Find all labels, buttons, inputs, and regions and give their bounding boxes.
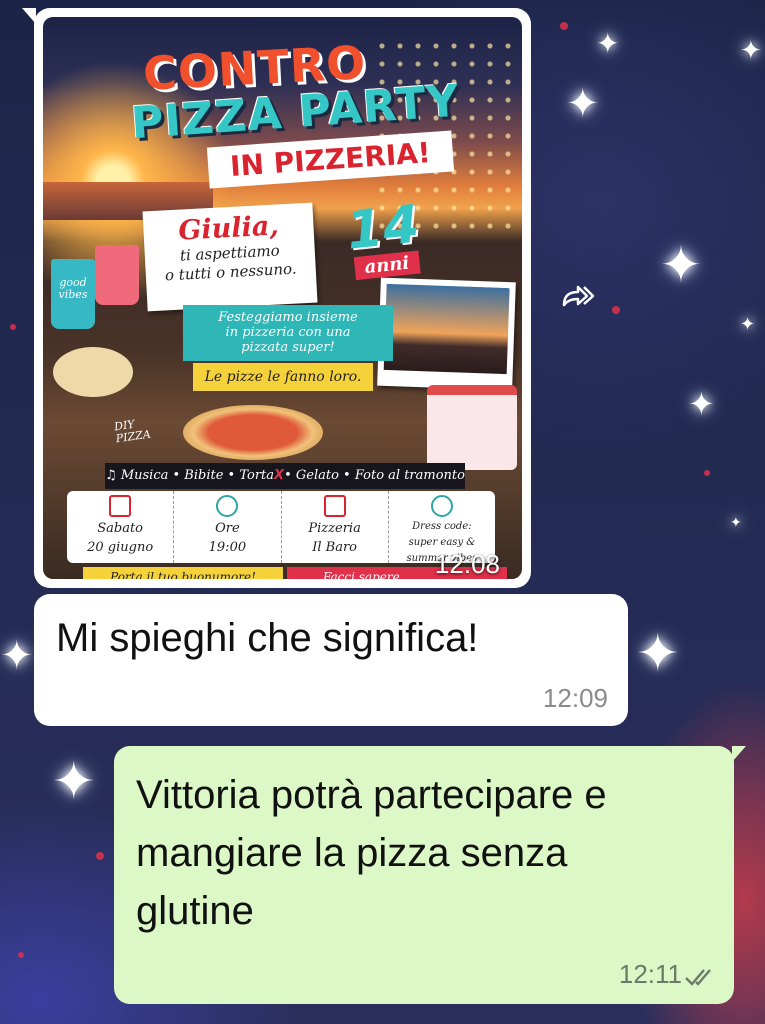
incoming-message-bubble[interactable]: Mi spieghi che significa! 12:09 bbox=[34, 594, 628, 726]
celebrate-banner: Festeggiamo insieme in pizzeria con una … bbox=[183, 305, 393, 361]
red-dot-decoration bbox=[560, 22, 568, 30]
star-decoration: ✦ bbox=[566, 81, 600, 127]
info-place: Pizzeria Il Baro bbox=[282, 491, 389, 563]
diy-pizza-label: DIY PIZZA bbox=[113, 417, 151, 446]
forward-arrow-icon-svg bbox=[562, 285, 595, 307]
pizza-illustration bbox=[183, 405, 323, 460]
invite-card: Giulia, ti aspettiamo o tutti o nessuno. bbox=[142, 202, 318, 312]
time-line1: Ore bbox=[215, 521, 240, 536]
pizza-dough bbox=[53, 347, 133, 397]
place-line1: Pizzeria bbox=[308, 521, 361, 536]
read-receipt-icon bbox=[685, 969, 711, 986]
red-dot-decoration bbox=[10, 324, 16, 330]
star-decoration: ✦ bbox=[740, 36, 762, 66]
pizzas-note: Le pizze le fanno loro. bbox=[193, 363, 373, 391]
place-line2: Il Baro bbox=[312, 540, 358, 555]
outgoing-message-time: 12:11 bbox=[618, 959, 682, 989]
sunset-photo bbox=[377, 277, 516, 391]
activities-part2: • Gelato • Foto al tramonto bbox=[284, 468, 465, 483]
music-note-icon: ♫ bbox=[105, 468, 121, 483]
incoming-message-time: 12:09 bbox=[542, 683, 608, 713]
star-decoration: ✦ bbox=[52, 752, 96, 812]
celebrate-line2: in pizzeria con una bbox=[225, 325, 351, 340]
star-decoration: ✦ bbox=[688, 385, 715, 423]
event-info-panel: Sabato 20 giugno Ore 19:00 Pizzeria Il B… bbox=[67, 491, 495, 564]
info-date: Sabato 20 giugno bbox=[67, 491, 175, 563]
date-line2: 20 giugno bbox=[87, 540, 154, 555]
time-line2: 19:00 bbox=[208, 540, 247, 555]
red-dot-decoration bbox=[704, 470, 710, 476]
incoming-message-text: Mi spieghi che significa! bbox=[56, 616, 479, 660]
age-badge: 14 anni bbox=[343, 194, 424, 281]
red-dot-decoration bbox=[612, 306, 620, 314]
star-decoration: ✦ bbox=[596, 27, 620, 60]
cup-label-line2: vibes bbox=[58, 288, 88, 301]
drink-cup: good vibes bbox=[51, 259, 95, 329]
image-message-bubble[interactable]: CONTRO PIZZA PARTY IN PIZZERIA! good vibe… bbox=[22, 8, 531, 588]
age-number: 14 bbox=[343, 194, 423, 262]
drink-cup-smiley bbox=[95, 245, 139, 305]
outgoing-message-text: Vittoria potrà partecipare e mangiare la… bbox=[136, 773, 607, 933]
info-time: Ore 19:00 bbox=[174, 491, 282, 563]
sunglasses-icon bbox=[430, 495, 453, 517]
forward-arrow-icon[interactable] bbox=[560, 283, 598, 309]
red-dot-decoration bbox=[96, 852, 104, 860]
cake-illustration bbox=[427, 385, 517, 470]
calendar-icon bbox=[109, 495, 132, 517]
activities-part1: Musica • Bibite • Torta bbox=[120, 468, 275, 483]
clock-icon bbox=[216, 495, 239, 517]
star-decoration: ✦ bbox=[660, 236, 702, 294]
dress-line1: Dress code: bbox=[412, 521, 472, 532]
date-line1: Sabato bbox=[97, 521, 144, 536]
star-decoration: ✦ bbox=[636, 624, 680, 684]
dress-line2: super easy & bbox=[408, 537, 476, 548]
image-message-time: 12:08 bbox=[434, 549, 500, 579]
outgoing-message-bubble[interactable]: Vittoria potrà partecipare e mangiare la… bbox=[114, 746, 746, 1004]
building-icon bbox=[323, 495, 346, 517]
star-decoration: ✦ bbox=[730, 515, 742, 531]
activities-strip: ♫ Musica • Bibite • TortaX• Gelato • Fot… bbox=[105, 463, 465, 489]
celebrate-line1: Festeggiamo insieme bbox=[218, 310, 358, 325]
footer-left-banner: Porta il tuo buonumore! bbox=[83, 567, 283, 579]
party-invitation-image[interactable]: CONTRO PIZZA PARTY IN PIZZERIA! good vibe… bbox=[43, 17, 522, 579]
celebrate-line3: pizzata super! bbox=[241, 340, 335, 355]
star-decoration: ✦ bbox=[740, 314, 756, 335]
star-decoration: ✦ bbox=[0, 633, 34, 679]
red-dot-decoration bbox=[18, 952, 24, 958]
activities-x: X bbox=[274, 468, 285, 483]
